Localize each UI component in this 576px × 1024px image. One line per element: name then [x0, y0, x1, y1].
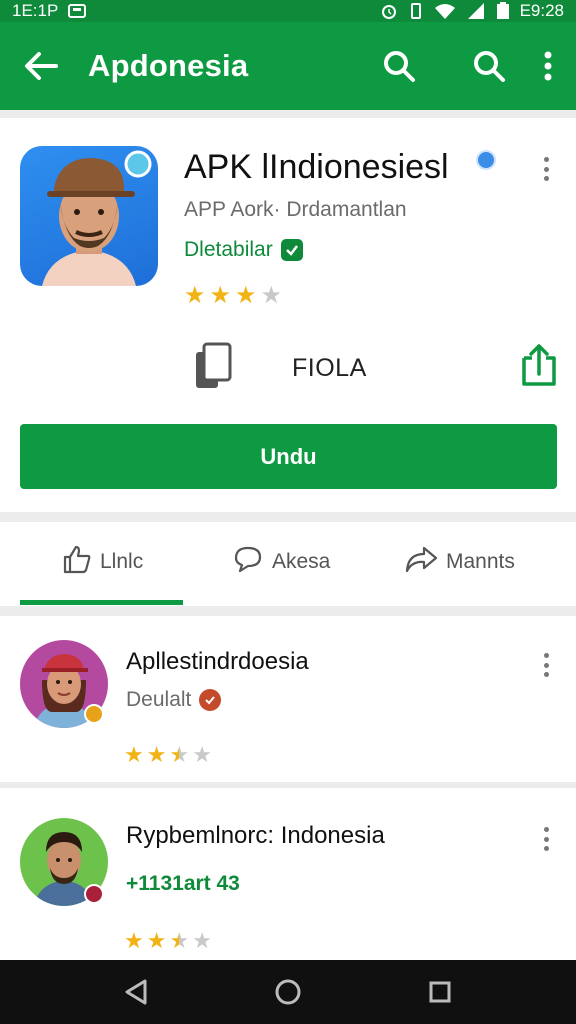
- battery-icon: [496, 2, 510, 20]
- list-item-title: Rypbemlnorc: Indonesia: [126, 822, 385, 849]
- back-arrow-icon[interactable]: [16, 41, 66, 91]
- star-icon: ★: [260, 282, 283, 309]
- app-detail-card: APK lIndionesiesl APP Aork· Drdamantlan …: [0, 118, 576, 512]
- search-icon[interactable]: [374, 41, 424, 91]
- active-tab-indicator: [20, 600, 183, 605]
- verified-badge-icon: [476, 150, 496, 170]
- install-status: Dletabilar: [184, 238, 303, 262]
- shield-check-icon: [280, 239, 303, 261]
- subtitle-text: +1131art 43: [126, 872, 240, 895]
- check-badge-icon: [199, 689, 222, 711]
- star-icon: ★: [235, 282, 257, 309]
- star-icon: ★: [169, 742, 190, 767]
- vibrate-icon: [408, 2, 424, 20]
- size-label: FIOLA: [292, 354, 367, 382]
- tab-share[interactable]: Mannts: [404, 522, 515, 602]
- star-icon: ★: [124, 742, 144, 767]
- more-vert-icon[interactable]: [536, 41, 560, 91]
- notification-icon: [68, 4, 87, 18]
- tab-label: Akesa: [272, 550, 331, 573]
- nav-home-icon[interactable]: [268, 972, 308, 1012]
- system-nav-bar: [0, 960, 576, 1024]
- status-bar: 1E:1P E9:28: [0, 0, 576, 22]
- rating-stars: ★ ★ ★ ★: [184, 284, 282, 308]
- star-icon: ★: [146, 928, 167, 953]
- more-vert-icon[interactable]: [536, 824, 556, 854]
- app-icon: [20, 146, 158, 286]
- app-bar: Apdonesia: [0, 22, 576, 110]
- app-bar-title: Apdonesia: [88, 48, 249, 83]
- tab-label: Mannts: [446, 550, 515, 573]
- wifi-icon: [434, 3, 456, 19]
- star-icon: ★: [169, 928, 190, 953]
- alarm-icon: [380, 2, 398, 20]
- star-icon: ★: [184, 282, 206, 309]
- status-time-right: E9:28: [519, 1, 564, 20]
- list-item[interactable]: Rypbemlnorc: Indonesia +1131art 43 ★ ★ ★…: [0, 788, 576, 960]
- tabs-bar: Llnlc Akesa Mannts: [0, 522, 576, 606]
- chat-bubble-icon: [232, 544, 264, 580]
- star-icon: ★: [146, 742, 167, 767]
- rating-stars: ★ ★ ★ ★: [124, 930, 212, 952]
- app-name: APK lIndionesiesl: [184, 148, 449, 186]
- tab-like[interactable]: Llnlc: [62, 522, 143, 602]
- developer-name[interactable]: APP Aork· Drdamantlan: [184, 198, 407, 222]
- subtitle-text: Deulalt: [126, 688, 192, 711]
- download-button[interactable]: Undu: [20, 424, 557, 489]
- nav-recents-icon[interactable]: [420, 972, 460, 1012]
- list-item[interactable]: Apllestindrdoesia Deulalt ★ ★ ★ ★: [0, 616, 576, 782]
- search-icon[interactable]: [464, 41, 514, 91]
- more-vert-icon[interactable]: [536, 154, 556, 184]
- list-item-subtitle: +1131art 43: [126, 872, 240, 896]
- tab-comments[interactable]: Akesa: [232, 522, 330, 602]
- tab-label: Llnlc: [100, 550, 144, 573]
- info-row: FIOLA: [0, 338, 576, 398]
- star-icon: ★: [209, 282, 232, 309]
- badge-icon: [84, 884, 104, 904]
- star-icon: ★: [192, 742, 212, 767]
- thumbs-up-icon: [62, 544, 92, 580]
- status-time-left: 1E:1P: [12, 1, 59, 20]
- nav-back-icon[interactable]: [116, 972, 156, 1012]
- more-vert-icon[interactable]: [536, 650, 556, 680]
- badge-icon: [84, 704, 104, 724]
- status-label: Dletabilar: [184, 238, 273, 261]
- star-icon: ★: [192, 928, 212, 953]
- phone-device-icon: [192, 342, 238, 395]
- star-icon: ★: [124, 928, 144, 953]
- list-item-title: Apllestindrdoesia: [126, 648, 309, 675]
- signal-icon: [466, 3, 486, 19]
- list-item-subtitle: Deulalt: [126, 688, 222, 712]
- share-arrow-icon: [404, 544, 438, 580]
- rating-stars: ★ ★ ★ ★: [124, 744, 212, 766]
- share-icon[interactable]: [520, 344, 558, 391]
